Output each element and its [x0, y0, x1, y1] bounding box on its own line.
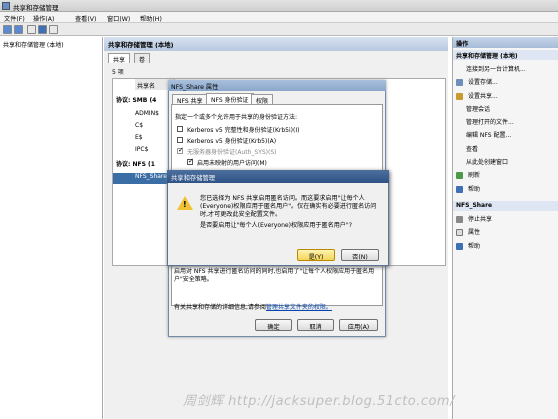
tab-permissions[interactable]: 权限	[251, 94, 274, 105]
nfs-dialog-title: NFS_Share 属性	[168, 80, 386, 91]
action-new-window[interactable]: 从此处创建窗口	[466, 157, 508, 167]
action-manage-sessions[interactable]: 管理会话	[466, 104, 490, 114]
action-connect[interactable]: 连接到另一台计算机...	[466, 64, 526, 74]
show-tree-icon[interactable]	[27, 25, 36, 34]
center-header: 共享和存储管理 (本地)	[104, 37, 448, 51]
menu-view[interactable]: 查看(V)	[75, 14, 96, 23]
watermark: 周剑辉 http://jacksuper.blog.51cto.com/	[183, 394, 455, 409]
action-provision-storage[interactable]: 设置存储...	[456, 77, 498, 87]
help-icon[interactable]	[38, 25, 47, 34]
no-button[interactable]: 否(N)	[341, 249, 379, 261]
toolbar	[0, 23, 558, 36]
tree-item-root[interactable]: 共享和存储管理 (本地)	[3, 40, 64, 49]
ok-button[interactable]: 确定	[255, 319, 292, 331]
share-icon	[456, 93, 463, 100]
action-properties[interactable]: 属性	[456, 227, 480, 237]
action-stop-sharing[interactable]: 停止共享	[456, 214, 492, 224]
stop-icon	[456, 216, 463, 223]
action-help-2[interactable]: 帮助	[456, 241, 480, 251]
action-view[interactable]: 查看	[466, 144, 478, 154]
tab-nfs-auth[interactable]: NFS 身份验证	[206, 93, 254, 104]
action-manage-open-files[interactable]: 管理打开的文件...	[466, 117, 514, 127]
tab-nfs-share[interactable]: NFS 共享	[172, 94, 208, 105]
confirm-question: 是否要启用让"每个人(Everyone)权限应用于匿名用户"?	[200, 222, 352, 229]
checkbox-unmapped-access[interactable]	[187, 157, 194, 165]
action-provision-share[interactable]: 设置共享...	[456, 91, 498, 101]
back-icon[interactable]	[3, 25, 12, 34]
group-smb[interactable]: 协议: SMB (4	[116, 95, 176, 106]
menu-file[interactable]: 文件(F)	[4, 14, 25, 23]
action-help[interactable]: 帮助	[456, 184, 480, 194]
checkbox-krb5[interactable]	[177, 137, 183, 143]
actions-section-share: NFS_Share	[453, 201, 558, 211]
forward-icon[interactable]	[14, 25, 23, 34]
confirm-message: 您已选择为 NFS 共享启用匿名访问。而这要求启用"让每个人(Everyone)…	[200, 195, 377, 218]
label-krb5: Kerberos v5 身份验证(Krb5)(A)	[187, 138, 277, 145]
apply-button[interactable]: 应用(A)	[339, 319, 378, 331]
help-text: 有关共享和存储的详细信息,请参阅管理共享文件夹的权限。	[174, 304, 332, 311]
anonymous-note: 启用对 NFS 共享进行匿名访问的同时,也启用了"让每个人权限应用于匿名用户"安…	[174, 268, 375, 283]
storage-icon	[456, 79, 463, 86]
label-krb5i: Kerberos v5 完整性和身份验证(Krb5i)(I)	[187, 127, 300, 134]
action-edit-nfs[interactable]: 编辑 NFS 配置...	[466, 130, 511, 140]
checkbox-krb5i[interactable]	[177, 126, 183, 132]
auth-prompt: 指定一个或多个允许用于共享的身份验证方法:	[175, 114, 298, 121]
help-link[interactable]: 管理共享文件夹的权限。	[266, 304, 332, 311]
menu-window[interactable]: 窗口(W)	[107, 14, 130, 23]
app-icon	[2, 2, 10, 10]
yes-button[interactable]: 是(Y)	[297, 249, 335, 261]
actions-section-local: 共享和存储管理 (本地)	[453, 50, 558, 60]
help-icon	[456, 186, 463, 193]
label-auth-sys: 无服务器身份验证(Auth_SYS)(S)	[187, 149, 277, 156]
tab-volumes[interactable]: 卷	[134, 53, 151, 64]
label-unmapped-access: 启用未映射的用户访问(M)	[197, 160, 267, 167]
menu-action[interactable]: 操作(A)	[33, 14, 54, 23]
navigation-tree: 共享和存储管理 (本地)	[0, 37, 103, 419]
checkbox-auth-sys[interactable]	[177, 146, 184, 154]
group-nfs[interactable]: 协议: NFS (1	[116, 159, 176, 170]
actions-pane: 操作 共享和存储管理 (本地) 连接到另一台计算机... 设置存储... 设置共…	[452, 37, 558, 419]
warning-mark-icon: !	[183, 200, 187, 209]
tab-shares[interactable]: 共享	[108, 53, 131, 64]
refresh-icon	[456, 172, 463, 179]
window-title: 共享和存储管理	[13, 4, 59, 12]
list-item-selected[interactable]: NFS_Share	[113, 173, 169, 184]
pane-icon[interactable]	[49, 25, 58, 34]
cancel-button[interactable]: 取消	[297, 319, 334, 331]
window-titlebar: 共享和存储管理	[0, 0, 558, 12]
actions-header: 操作	[453, 37, 558, 48]
action-refresh[interactable]: 刷新	[456, 170, 480, 180]
center-tabs: 共享 卷	[104, 51, 448, 64]
item-count: 5 项	[112, 69, 124, 76]
help-icon	[456, 243, 463, 250]
menu-bar: 文件(F) 操作(A) 查看(V) 窗口(W) 帮助(H)	[0, 12, 558, 23]
properties-icon	[456, 229, 463, 236]
confirm-dialog-title: 共享和存储管理	[167, 170, 389, 183]
menu-help[interactable]: 帮助(H)	[140, 14, 162, 23]
